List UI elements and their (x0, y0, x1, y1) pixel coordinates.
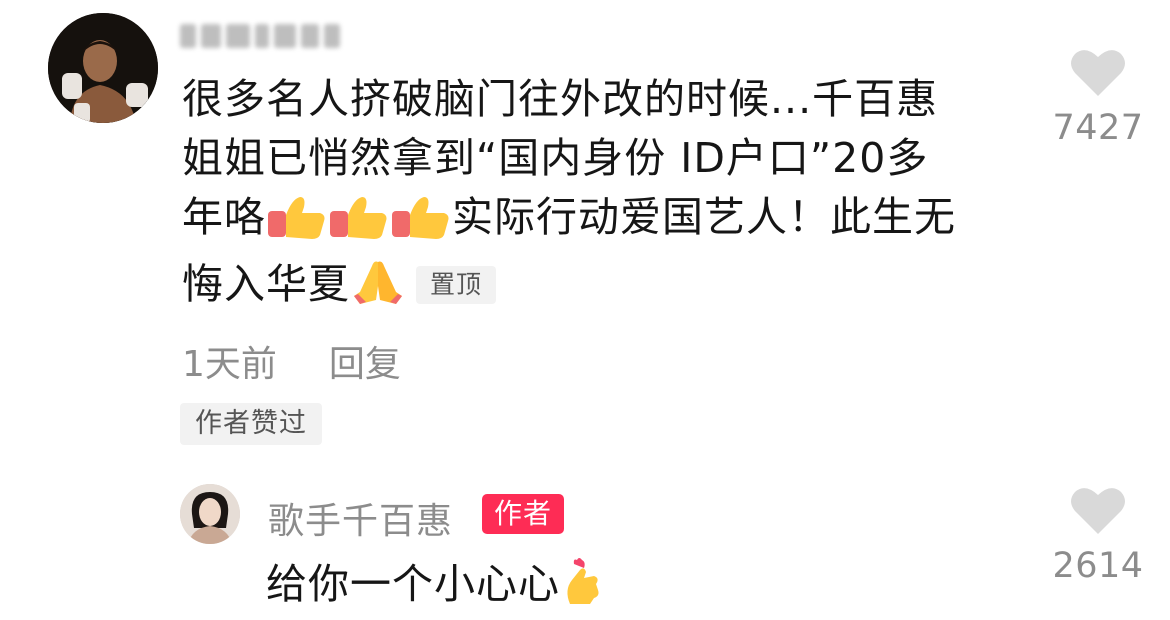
thumbs-up-emoji (266, 193, 328, 255)
comment-line: 姐姐已悄然拿到“国内身份 ID户口”20多 (182, 134, 929, 182)
comment-meta: 1天前 回复 (182, 335, 401, 387)
pinned-badge: 置顶 (416, 266, 497, 304)
reply-body: 给你一个小心心 (266, 550, 606, 620)
author-badge: 作者 (482, 494, 565, 534)
like-button[interactable]: 7427 (1043, 46, 1153, 148)
reply-button[interactable]: 回复 (329, 335, 401, 387)
author-liked-badge: 作者赞过 (180, 403, 322, 445)
heart-icon[interactable] (1069, 484, 1127, 536)
like-count: 7427 (1052, 108, 1144, 148)
commenter-avatar[interactable] (48, 13, 158, 123)
comment-time: 1天前 (182, 344, 277, 385)
reply-author-avatar[interactable] (180, 484, 240, 544)
comment-line: 年咯 实际行动爱国艺人！此生无 (182, 188, 1032, 255)
comment-line: 悔入华夏 置顶 (182, 255, 1032, 322)
reply-author-name[interactable]: 歌手千百惠 (268, 492, 453, 544)
commenter-name-blurred[interactable] (180, 20, 340, 52)
folded-hands-emoji (350, 256, 406, 322)
finger-heart-emoji (560, 550, 606, 620)
reply-like-button[interactable]: 2614 (1043, 484, 1153, 586)
like-count: 2614 (1052, 546, 1144, 586)
thumbs-up-emoji (390, 193, 452, 255)
comment-line: 很多名人挤破脑门往外改的时候...千百惠 (182, 75, 939, 123)
comment-body: 很多名人挤破脑门往外改的时候...千百惠 姐姐已悄然拿到“国内身份 ID户口”2… (182, 70, 1032, 322)
heart-icon[interactable] (1069, 46, 1127, 98)
thumbs-up-emoji (328, 193, 390, 255)
